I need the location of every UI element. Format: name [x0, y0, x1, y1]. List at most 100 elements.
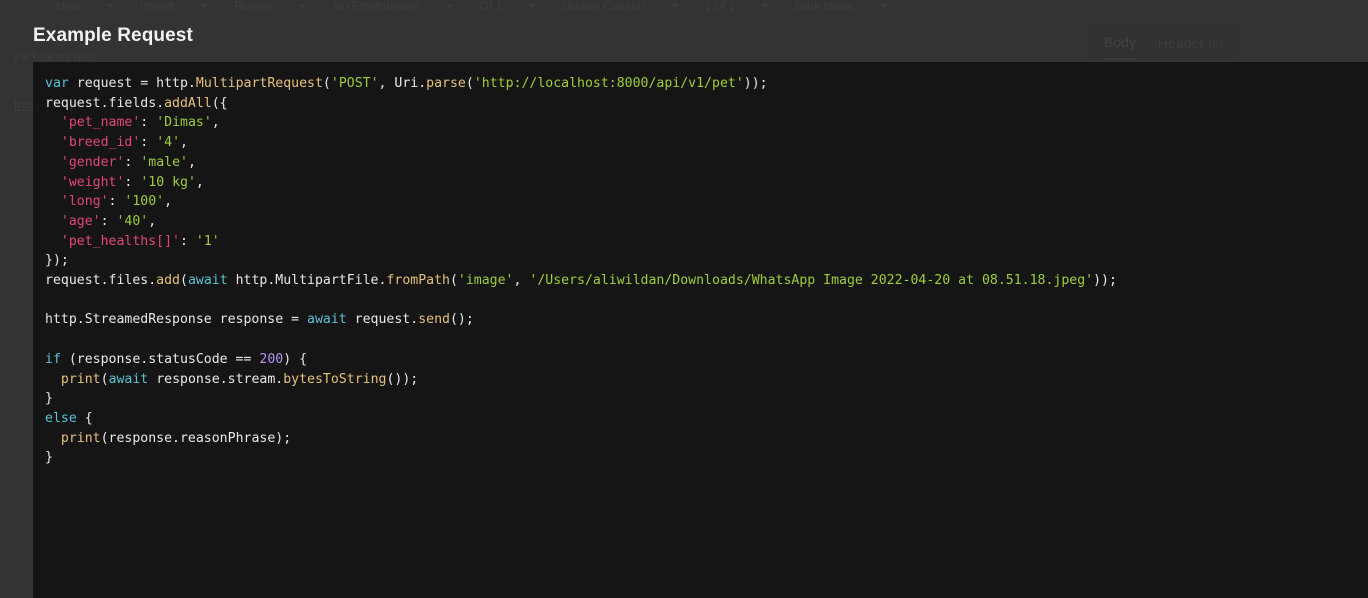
- code-token: 'weight': [60, 174, 125, 190]
- code-token: http.StreamedResponse response =: [45, 312, 308, 328]
- code-line: 'pet_healths[]': '1': [45, 232, 1368, 252]
- code-token: response.stream.: [148, 371, 284, 387]
- code-token: :: [179, 233, 196, 249]
- code-line: }: [45, 389, 1368, 409]
- code-token: ));: [1093, 273, 1117, 289]
- code-token: (: [322, 76, 331, 91]
- code-token: :: [100, 213, 117, 229]
- code-token: 'Dimas': [156, 115, 212, 131]
- code-token: 'long': [60, 194, 109, 210]
- code-token: (: [179, 273, 188, 289]
- code-token: ));: [743, 76, 768, 91]
- code-token: }: [45, 450, 53, 466]
- code-token: 'male': [140, 154, 188, 170]
- code-token: ,: [148, 213, 157, 229]
- code-token: print: [60, 371, 101, 387]
- code-token: '/Users/aliwildan/Downloads/WhatsApp Ima…: [529, 273, 1094, 289]
- code-block[interactable]: var request = http.MultipartRequest('POS…: [33, 62, 1368, 598]
- code-token: fromPath: [386, 273, 450, 289]
- code-token: '1': [195, 233, 220, 249]
- code-line: 'pet_name': 'Dimas',: [45, 113, 1368, 133]
- page-title: Example Request: [33, 25, 193, 46]
- code-line: if (response.statusCode == 200) {: [45, 350, 1368, 370]
- code-token: await: [307, 312, 347, 328]
- code-line: 'breed_id': '4',: [45, 133, 1368, 153]
- code-token: (: [100, 371, 109, 387]
- code-token: (response.reasonPhrase);: [100, 430, 292, 446]
- code-token: :: [124, 154, 141, 170]
- code-token: parse: [426, 76, 466, 91]
- code-token: request.files.: [45, 273, 157, 289]
- code-line: 'gender': 'male',: [45, 153, 1368, 173]
- code-token: '10 kg': [140, 174, 196, 190]
- example-request-panel: Example Request var request = http.Multi…: [0, 0, 1368, 598]
- code-token: send: [418, 312, 450, 328]
- code-token: (response.statusCode ==: [60, 351, 260, 367]
- code-token: ) {: [283, 351, 308, 367]
- code-token: MultipartRequest: [195, 76, 323, 91]
- code-line: print(response.reasonPhrase);: [45, 429, 1368, 449]
- code-token: print: [60, 430, 101, 446]
- code-token: ,: [195, 174, 204, 190]
- code-token: http.MultipartFile.: [227, 273, 387, 289]
- code-token: :: [124, 174, 141, 190]
- code-token: (: [449, 273, 458, 289]
- code-token: 'POST': [330, 76, 379, 91]
- code-token: 'breed_id': [60, 135, 141, 151]
- code-token: ,: [513, 273, 530, 289]
- code-token: '100': [124, 194, 165, 210]
- code-token: }: [45, 391, 53, 407]
- code-token: :: [140, 135, 157, 151]
- code-token: '4': [156, 135, 181, 151]
- code-token: var: [45, 76, 69, 91]
- code-token: 'gender': [60, 154, 125, 170]
- code-line: });: [45, 251, 1368, 271]
- code-token: bytesToString: [283, 371, 387, 387]
- code-token: if: [45, 351, 61, 367]
- code-content: var request = http.MultipartRequest('POS…: [33, 62, 1368, 468]
- code-line: request.files.add(await http.MultipartFi…: [45, 271, 1368, 291]
- code-line: var request = http.MultipartRequest('POS…: [45, 74, 1368, 94]
- code-token: (: [465, 76, 474, 91]
- code-token: , Uri.: [378, 76, 427, 91]
- code-line: request.fields.addAll({: [45, 94, 1368, 114]
- code-line: }: [45, 448, 1368, 468]
- code-token: else: [45, 410, 77, 426]
- code-token: {: [76, 410, 93, 426]
- code-token: :: [140, 115, 157, 131]
- code-token: add: [156, 273, 180, 289]
- code-token: request.: [346, 312, 419, 328]
- code-token: ());: [386, 371, 419, 387]
- code-token: await: [108, 371, 149, 387]
- code-token: ,: [187, 154, 196, 170]
- code-line: 'age': '40',: [45, 212, 1368, 232]
- code-token: request.fields.: [45, 95, 165, 111]
- code-token: 'http://localhost:8000/api/v1/pet': [473, 76, 744, 91]
- code-token: ,: [164, 194, 173, 210]
- code-line: print(await response.stream.bytesToStrin…: [45, 370, 1368, 390]
- code-token: ({: [211, 95, 228, 111]
- code-token: ,: [211, 115, 220, 131]
- code-token: 'image': [457, 273, 514, 289]
- code-token: 'age': [60, 213, 101, 229]
- code-token: addAll: [164, 95, 212, 111]
- code-token: 'pet_healths[]': [60, 233, 180, 249]
- code-line: http.StreamedResponse response = await r…: [45, 310, 1368, 330]
- code-token: ,: [180, 135, 188, 151]
- code-line: else {: [45, 409, 1368, 429]
- code-token: 'pet_name': [60, 115, 141, 131]
- code-token: });: [45, 253, 69, 269]
- code-token: ();: [449, 312, 474, 328]
- code-token: request = http.: [68, 76, 196, 91]
- code-line: 'long': '100',: [45, 192, 1368, 212]
